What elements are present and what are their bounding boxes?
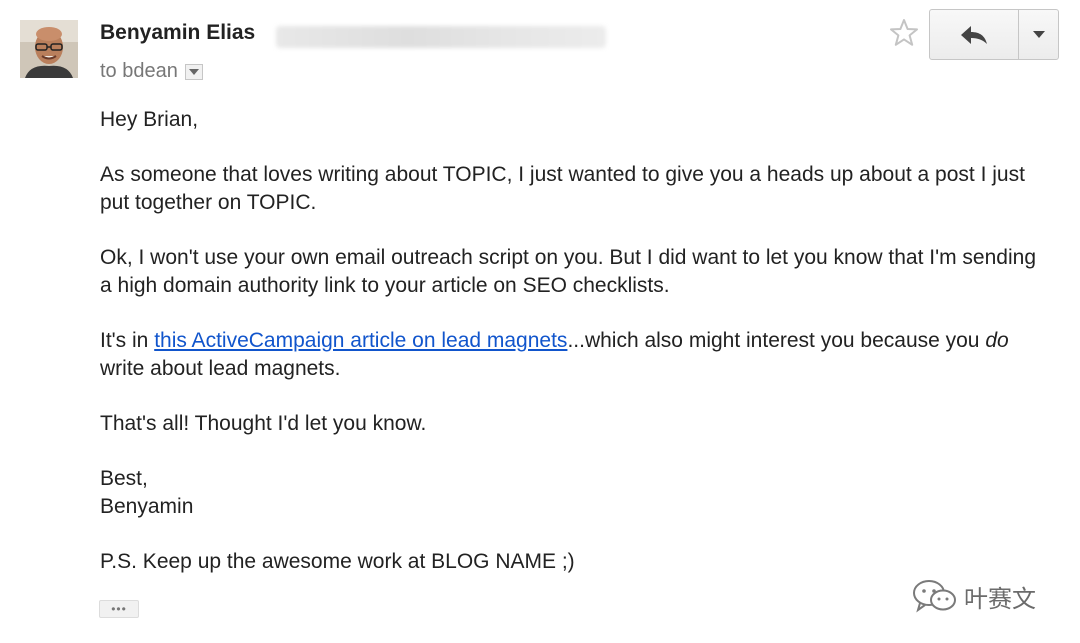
sender-name[interactable]: Benyamin Elias: [100, 21, 255, 45]
greeting: Hey Brian,: [100, 108, 199, 131]
reply-button[interactable]: [930, 10, 1019, 59]
paragraph-3-prefix: It's in: [100, 329, 155, 352]
postscript: P.S. Keep up the awesome work at BLOG NA…: [100, 550, 575, 573]
watermark-text: 叶赛文: [964, 584, 1036, 613]
paragraph-2: Ok, I won't use your own email outreach …: [100, 246, 1036, 297]
chevron-down-icon: [1032, 31, 1045, 38]
sender-avatar[interactable]: [20, 20, 78, 78]
email-body: Hey Brian, As someone that loves writing…: [100, 106, 1050, 603]
show-details-button[interactable]: [184, 63, 203, 80]
paragraph-4: That's all! Thought I'd let you know.: [100, 412, 427, 435]
recipient-label: to bdean: [100, 60, 178, 82]
sender-email-redacted: [276, 26, 606, 48]
signature: Benyamin: [100, 495, 194, 518]
activecampaign-article-link[interactable]: this ActiveCampaign article on lead magn…: [154, 329, 567, 352]
wechat-icon: [913, 580, 956, 613]
paragraph-3-emphasis: do: [985, 329, 1009, 352]
signoff: Best,: [100, 467, 148, 490]
paragraph-3-suffix: write about lead magnets.: [100, 357, 341, 380]
paragraph-3-mid: ...which also might interest you because…: [567, 329, 986, 352]
watermark: 叶赛文: [912, 578, 1036, 614]
recipient-row: to bdean: [100, 60, 203, 83]
reply-button-group: [929, 9, 1059, 60]
star-icon: [890, 19, 918, 46]
show-trimmed-content-button[interactable]: •••: [99, 600, 139, 618]
star-button[interactable]: [888, 17, 920, 49]
paragraph-1: As someone that loves writing about TOPI…: [100, 163, 1025, 214]
paragraph-3: It's in this ActiveCampaign article on l…: [100, 327, 1050, 383]
reply-icon: [961, 25, 987, 44]
chevron-down-icon: [188, 68, 199, 75]
more-options-button[interactable]: [1019, 10, 1058, 59]
